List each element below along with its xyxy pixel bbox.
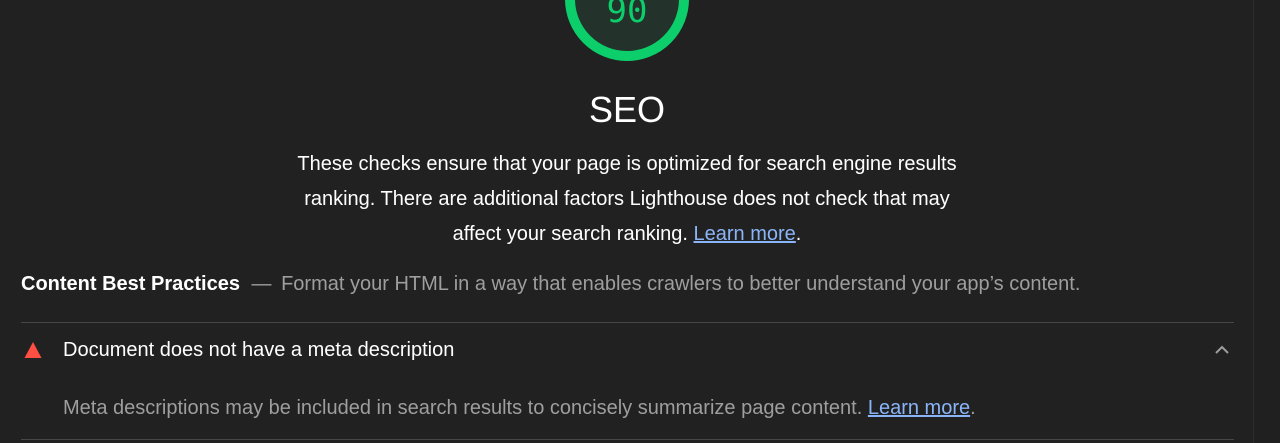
group-description: Format your HTML in a way that enables c… bbox=[281, 273, 1081, 295]
audit-title: Document does not have a meta descriptio… bbox=[63, 339, 455, 361]
divider bbox=[21, 322, 1234, 323]
group-header: Content Best Practices — Format your HTM… bbox=[21, 270, 1234, 298]
category-title: SEO bbox=[588, 89, 666, 130]
fail-triangle-icon bbox=[24, 342, 42, 358]
category-description: These checks ensure that your page is op… bbox=[270, 147, 984, 252]
group-title: Content Best Practices bbox=[21, 273, 240, 295]
seo-score-gauge[interactable]: 90 bbox=[564, 0, 690, 62]
category-learn-more-link[interactable]: Learn more bbox=[694, 223, 796, 245]
divider bbox=[21, 439, 1234, 440]
category-description-line-2: ranking. There are additional factors Li… bbox=[304, 188, 950, 210]
audit-description: Meta descriptions may be included in sea… bbox=[63, 394, 976, 422]
category-description-line-3: affect your search ranking. bbox=[452, 223, 688, 245]
category-period: . bbox=[795, 223, 802, 245]
audit-learn-more-link[interactable]: Learn more bbox=[868, 397, 970, 419]
audit-description-text: Meta descriptions may be included in sea… bbox=[63, 397, 863, 419]
score-value: 90 bbox=[606, 0, 648, 31]
group-separator: — bbox=[251, 273, 272, 295]
audit-period: . bbox=[970, 397, 976, 419]
chevron-up-icon[interactable] bbox=[1214, 342, 1230, 358]
lighthouse-report: 90 SEO These checks ensure that your pag… bbox=[0, 0, 1280, 443]
category-description-line-1: These checks ensure that your page is op… bbox=[297, 153, 957, 175]
audit-row-meta-description[interactable]: Document does not have a meta descriptio… bbox=[21, 324, 1234, 376]
scrollbar[interactable] bbox=[1253, 0, 1280, 443]
